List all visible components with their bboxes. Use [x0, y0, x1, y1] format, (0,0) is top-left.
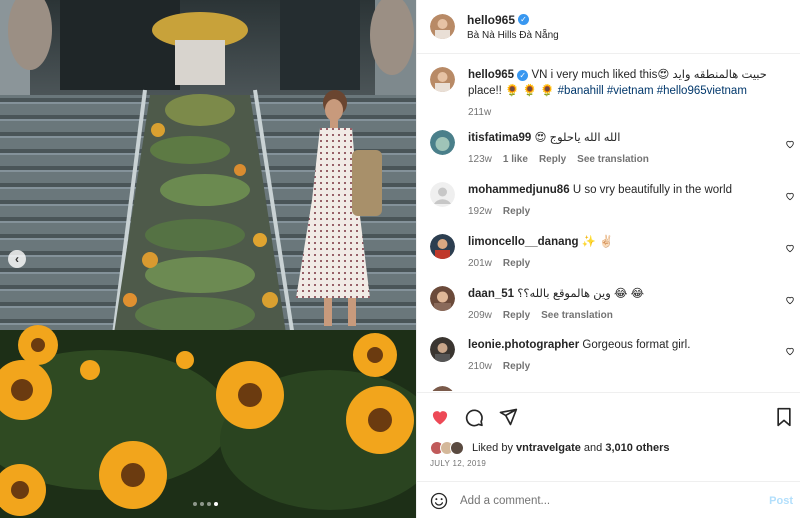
- see-translation-button[interactable]: See translation: [541, 310, 613, 321]
- comment-text: ✨ ✌🏻: [581, 236, 614, 248]
- bookmark-icon[interactable]: [775, 407, 793, 427]
- post-date[interactable]: JULY 12, 2019: [430, 459, 486, 468]
- comment-item: daan_51 وين هالموقع بالله؟؟ 😂 😂 209w Rep…: [430, 286, 800, 321]
- comment-item: leonie.photographer Gorgeous format girl…: [430, 337, 800, 372]
- like-comment-heart-icon[interactable]: [785, 191, 795, 201]
- comment-time[interactable]: 210w: [468, 361, 492, 372]
- author-avatar[interactable]: [430, 67, 455, 92]
- post-location[interactable]: Bà Nà Hills Đà Nẵng: [467, 30, 559, 41]
- carousel-dots: [193, 502, 218, 506]
- share-send-icon[interactable]: [498, 407, 518, 427]
- reply-button[interactable]: Reply: [539, 154, 566, 165]
- carousel-dot-active: [214, 502, 218, 506]
- verified-badge-icon: ✓: [517, 70, 529, 81]
- caption-emoji: 😍: [657, 69, 670, 81]
- reply-button[interactable]: Reply: [503, 361, 530, 372]
- comment-item: mohammedjunu86 U so vry beautifully in t…: [430, 182, 800, 217]
- commenter-avatar[interactable]: [430, 130, 455, 155]
- comment-text: Gorgeous format girl.: [582, 339, 691, 351]
- comment-input[interactable]: Add a comment...: [460, 495, 769, 507]
- caption: hello965 ✓ VN i very much liked this😍 حب…: [430, 67, 800, 118]
- comment-time[interactable]: 192w: [468, 206, 492, 217]
- see-translation-button[interactable]: See translation: [577, 154, 649, 165]
- comment-bubble-icon[interactable]: [464, 407, 484, 427]
- comment-item: itisfatima99 😍 الله الله ياحلوج 123w 1 l…: [430, 130, 800, 165]
- caption-text: VN i very much liked this: [531, 69, 658, 81]
- caption-arabic: حبيت هالمنطقه وايد: [672, 69, 767, 81]
- comment-text: وين هالموقع بالله؟؟ 😂 😂: [517, 288, 645, 300]
- comment-text: U so vry beautifully in the world: [572, 184, 732, 196]
- verified-badge-icon: ✓: [518, 14, 530, 25]
- comment-item: limoncello__danang ✨ ✌🏻 201w Reply: [430, 234, 800, 269]
- add-comment-bar: Add a comment... Post: [417, 481, 800, 518]
- likes-summary[interactable]: Liked by vntravelgate and 3,010 others: [430, 441, 670, 455]
- emoji-icon[interactable]: [430, 492, 448, 510]
- reply-button[interactable]: Reply: [503, 206, 530, 217]
- commenter-username[interactable]: mohammedjunu86: [468, 184, 570, 196]
- likes-user[interactable]: vntravelgate: [516, 442, 581, 454]
- carousel-dot: [207, 502, 211, 506]
- liker-avatars: [430, 441, 464, 455]
- likes-prefix: Liked by: [472, 442, 513, 454]
- post-comment-button[interactable]: Post: [769, 495, 793, 507]
- caption-line2: place!!: [468, 85, 502, 97]
- comments-list[interactable]: hello965 ✓ VN i very much liked this😍 حب…: [417, 55, 800, 391]
- commenter-avatar[interactable]: [430, 337, 455, 362]
- commenter-username[interactable]: leonie.photographer: [468, 339, 579, 351]
- author-avatar[interactable]: [430, 14, 455, 39]
- like-comment-heart-icon[interactable]: [785, 243, 795, 253]
- caption-emojis: 🌻 🌻 🌻: [505, 85, 555, 97]
- commenter-username[interactable]: limoncello__danang: [468, 236, 579, 248]
- comment-text: 😍 الله الله ياحلوج: [534, 132, 621, 144]
- post-actions: Liked by vntravelgate and 3,010 others J…: [417, 392, 800, 518]
- post-image: [0, 0, 416, 518]
- commenter-avatar[interactable]: [430, 182, 455, 207]
- carousel-dot: [193, 502, 197, 506]
- comment-likes[interactable]: 1 like: [503, 154, 528, 165]
- commenter-username[interactable]: itisfatima99: [468, 132, 531, 144]
- commenter-avatar[interactable]: [430, 234, 455, 259]
- commenter-avatar[interactable]: [430, 386, 455, 391]
- liker-avatar: [450, 441, 464, 455]
- reply-button[interactable]: Reply: [503, 258, 530, 269]
- like-comment-heart-icon[interactable]: [785, 346, 795, 356]
- likes-count[interactable]: 3,010 others: [605, 442, 669, 454]
- post-side-panel: hello965 ✓ Bà Nà Hills Đà Nẵng hello965 …: [416, 0, 800, 518]
- caption-username[interactable]: hello965: [468, 69, 514, 81]
- reply-button[interactable]: Reply: [503, 310, 530, 321]
- previous-photo-button[interactable]: ‹: [8, 250, 26, 268]
- like-heart-icon[interactable]: [430, 407, 450, 427]
- author-username[interactable]: hello965: [467, 13, 515, 27]
- comment-time[interactable]: 201w: [468, 258, 492, 269]
- caption-time[interactable]: 211w: [468, 107, 491, 118]
- carousel-dot: [200, 502, 204, 506]
- caption-hashtags[interactable]: #banahill #vietnam #hello965vietnam: [558, 85, 747, 97]
- post-photo[interactable]: ‹: [0, 0, 416, 518]
- comment-item-partial: [430, 386, 800, 391]
- commenter-avatar[interactable]: [430, 286, 455, 311]
- comment-time[interactable]: 209w: [468, 310, 492, 321]
- likes-conjunction: and: [583, 442, 603, 454]
- like-comment-heart-icon[interactable]: [785, 139, 795, 149]
- comment-time[interactable]: 123w: [468, 154, 492, 165]
- commenter-username[interactable]: daan_51: [468, 288, 514, 300]
- post-header: hello965 ✓ Bà Nà Hills Đà Nẵng: [417, 0, 800, 54]
- like-comment-heart-icon[interactable]: [785, 295, 795, 305]
